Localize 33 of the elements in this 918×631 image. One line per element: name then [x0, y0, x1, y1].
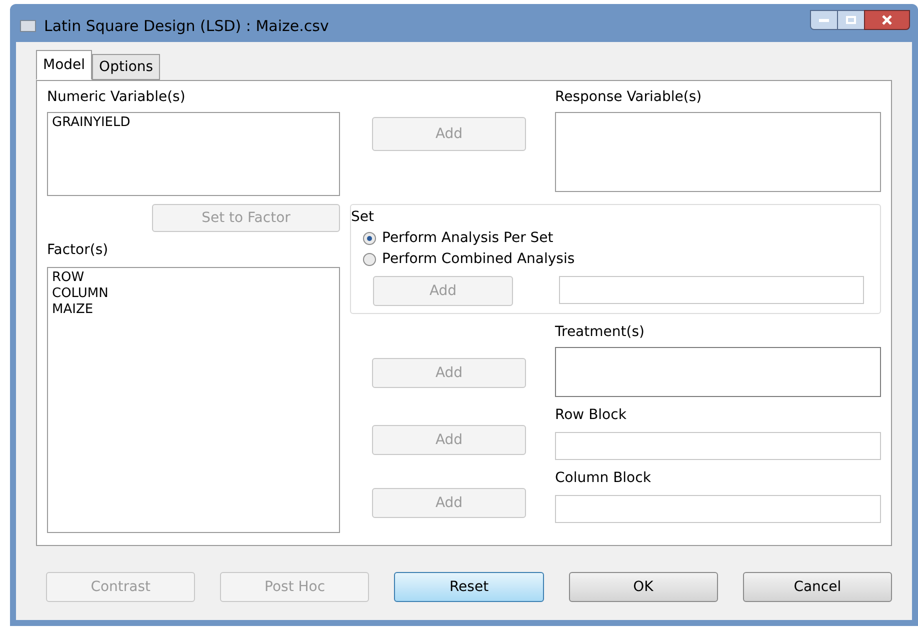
treatment-list[interactable] — [555, 347, 881, 397]
input-field[interactable] — [555, 432, 881, 460]
dialog-button[interactable]: Cancel — [742, 572, 892, 602]
field-label: Treatment(s) — [555, 323, 646, 342]
factors-list[interactable]: ROW COLUMN MAIZE — [47, 267, 340, 533]
list-item[interactable]: ROW — [52, 270, 335, 286]
radio-option[interactable]: Perform Combined Analysis — [363, 249, 868, 270]
minimize-button[interactable] — [810, 10, 838, 30]
radio-button[interactable] — [363, 253, 376, 266]
field-label: Numeric Variable(s) — [47, 88, 186, 107]
input-field[interactable] — [555, 495, 881, 523]
window-title: Latin Square Design (LSD) : Maize.csv — [44, 16, 329, 37]
dialog-button[interactable]: Reset — [394, 572, 544, 602]
maximize-button[interactable] — [838, 10, 864, 30]
radio-option[interactable]: Perform Analysis Per Set — [363, 228, 868, 249]
group-title: Set — [351, 208, 375, 227]
tab[interactable]: Options — [92, 54, 160, 80]
radio-button[interactable] — [363, 232, 376, 245]
dialog-button[interactable]: OK — [568, 572, 718, 602]
field-label: Column Block — [555, 469, 652, 488]
app-icon — [20, 20, 36, 32]
field-label: Response Variable(s) — [555, 88, 703, 107]
close-icon — [882, 15, 892, 25]
close-button[interactable] — [864, 10, 910, 30]
response-variables-list[interactable] — [555, 112, 881, 192]
list-item[interactable]: COLUMN — [52, 286, 335, 302]
numeric-variables-list[interactable]: GRAINYIELD — [47, 112, 340, 196]
field-label: Row Block — [555, 406, 628, 425]
set-field[interactable] — [559, 276, 864, 304]
field-label: Factor(s) — [47, 241, 110, 260]
tab[interactable]: Model — [36, 50, 92, 80]
list-item[interactable]: MAIZE — [52, 302, 335, 318]
list-item[interactable]: GRAINYIELD — [52, 115, 335, 131]
